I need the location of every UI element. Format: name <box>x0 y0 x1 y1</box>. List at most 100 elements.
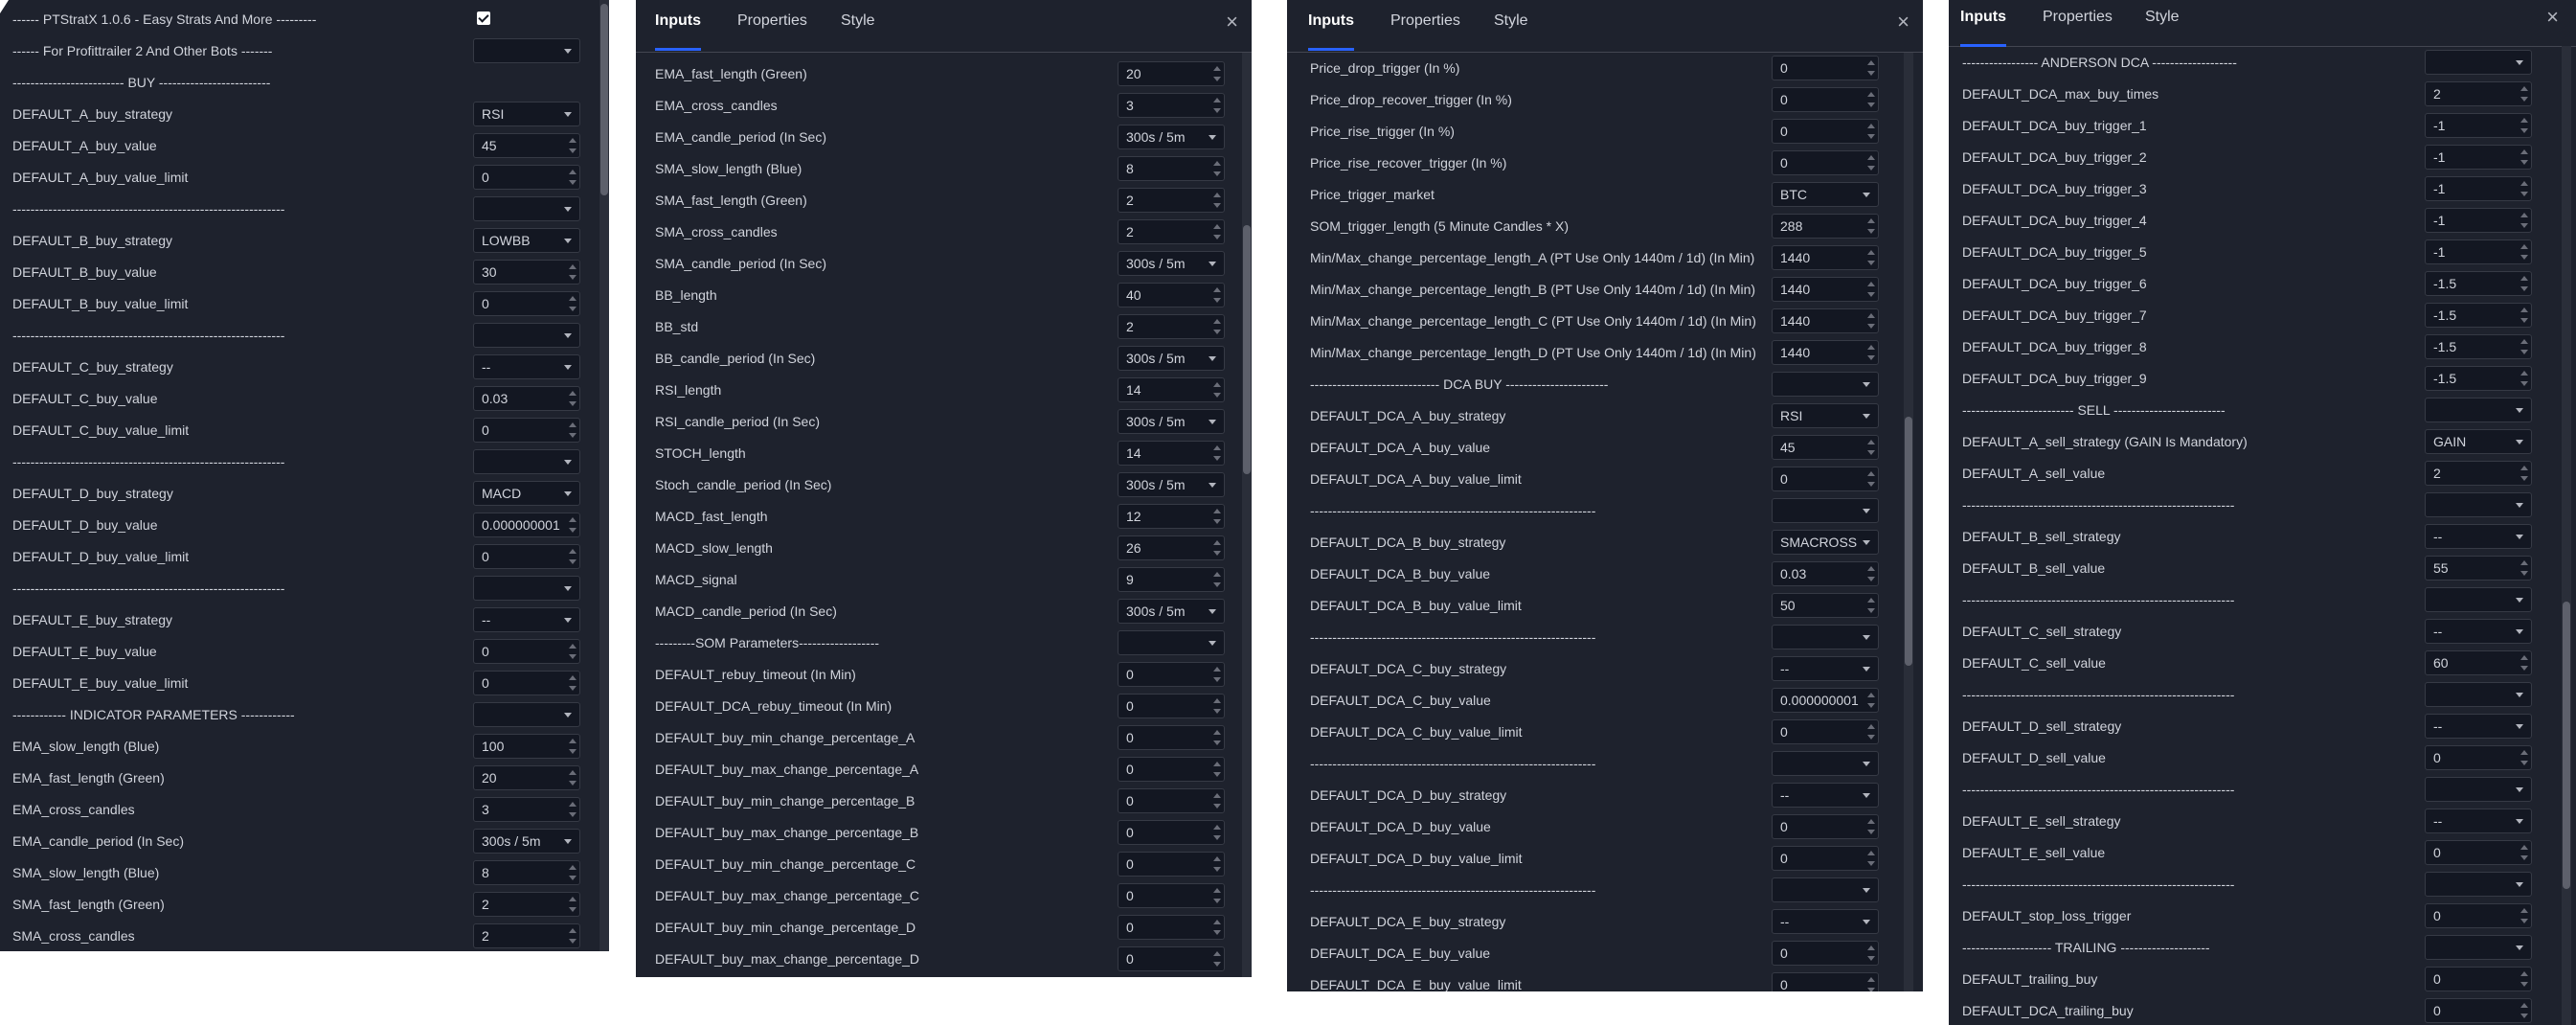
tab-properties[interactable]: Properties <box>1390 12 1460 30</box>
number-input[interactable]: 50 <box>1772 593 1879 618</box>
chevron-down-icon[interactable] <box>564 491 572 496</box>
spinner-arrows-icon[interactable] <box>2520 844 2528 861</box>
dropdown-select[interactable] <box>2425 682 2532 707</box>
spinner-arrows-icon[interactable] <box>1866 565 1875 582</box>
spinner-arrows-icon[interactable] <box>2520 148 2528 166</box>
number-input[interactable]: 12 <box>1118 504 1225 529</box>
spinner-arrows-icon[interactable] <box>1212 571 1221 588</box>
chevron-down-icon[interactable] <box>1863 793 1870 798</box>
scrollbar-thumb-3[interactable] <box>1905 417 1912 666</box>
number-input[interactable]: 60 <box>2425 650 2532 675</box>
dropdown-select[interactable] <box>2425 587 2532 612</box>
number-input[interactable]: -1.5 <box>2425 366 2532 391</box>
chevron-down-icon[interactable] <box>1863 920 1870 924</box>
number-input[interactable]: 0 <box>1118 662 1225 687</box>
spinner-arrows-icon[interactable] <box>2520 654 2528 672</box>
chevron-down-icon[interactable] <box>2516 60 2523 65</box>
scrollbar-3[interactable] <box>1904 53 1913 991</box>
spinner-arrows-icon[interactable] <box>568 674 576 692</box>
spinner-arrows-icon[interactable] <box>2520 970 2528 988</box>
chevron-down-icon[interactable] <box>1209 356 1216 361</box>
dropdown-select[interactable] <box>2425 777 2532 802</box>
dropdown-select[interactable] <box>473 323 580 348</box>
spinner-arrows-icon[interactable] <box>2520 370 2528 387</box>
spinner-arrows-icon[interactable] <box>2520 749 2528 766</box>
number-input[interactable]: 1440 <box>1772 340 1879 365</box>
close-icon[interactable]: × <box>1226 10 1238 34</box>
spinner-arrows-icon[interactable] <box>568 738 576 755</box>
number-input[interactable]: 0 <box>1772 719 1879 744</box>
number-input[interactable]: 0 <box>2425 967 2532 991</box>
dropdown-select[interactable]: -- <box>473 354 580 379</box>
spinner-arrows-icon[interactable] <box>568 896 576 913</box>
number-input[interactable]: -1 <box>2425 176 2532 201</box>
dropdown-select[interactable]: -- <box>473 607 580 632</box>
spinner-arrows-icon[interactable] <box>568 263 576 281</box>
dropdown-select[interactable] <box>473 449 580 474</box>
spinner-arrows-icon[interactable] <box>1212 792 1221 809</box>
chevron-down-icon[interactable] <box>1863 667 1870 672</box>
number-input[interactable]: 0 <box>1118 820 1225 845</box>
tab-style[interactable]: Style <box>2145 9 2180 26</box>
dropdown-select[interactable]: 300s / 5m <box>473 829 580 854</box>
dropdown-select[interactable]: -- <box>1772 656 1879 681</box>
chevron-down-icon[interactable] <box>1209 420 1216 424</box>
number-input[interactable]: 1440 <box>1772 245 1879 270</box>
chevron-down-icon[interactable] <box>2516 882 2523 887</box>
dropdown-select[interactable] <box>1772 751 1879 776</box>
chevron-down-icon[interactable] <box>1863 382 1870 387</box>
dropdown-select[interactable] <box>2425 492 2532 517</box>
checkbox[interactable] <box>477 11 490 25</box>
number-input[interactable]: 0 <box>473 291 580 316</box>
dropdown-select[interactable] <box>2425 872 2532 897</box>
spinner-arrows-icon[interactable] <box>1212 950 1221 968</box>
spinner-arrows-icon[interactable] <box>1212 729 1221 746</box>
dropdown-select[interactable] <box>473 38 580 63</box>
tab-properties[interactable]: Properties <box>2043 9 2113 26</box>
dropdown-select[interactable] <box>1118 630 1225 655</box>
scrollbar-2[interactable] <box>1242 53 1252 977</box>
spinner-arrows-icon[interactable] <box>2520 465 2528 482</box>
spinner-arrows-icon[interactable] <box>1866 281 1875 298</box>
number-input[interactable]: 0 <box>473 165 580 190</box>
chevron-down-icon[interactable] <box>564 460 572 465</box>
dropdown-select[interactable]: 300s / 5m <box>1118 251 1225 276</box>
spinner-arrows-icon[interactable] <box>568 169 576 186</box>
number-input[interactable]: 0 <box>1118 757 1225 782</box>
chevron-down-icon[interactable] <box>2516 629 2523 634</box>
spinner-arrows-icon[interactable] <box>568 801 576 818</box>
spinner-arrows-icon[interactable] <box>1212 697 1221 715</box>
scrollbar-thumb-4[interactable] <box>2563 602 2570 889</box>
spinner-arrows-icon[interactable] <box>1212 508 1221 525</box>
number-input[interactable]: 0.03 <box>1772 561 1879 586</box>
spinner-arrows-icon[interactable] <box>2520 212 2528 229</box>
dropdown-select[interactable] <box>2425 50 2532 75</box>
spinner-arrows-icon[interactable] <box>568 421 576 439</box>
number-input[interactable]: 0 <box>473 639 580 664</box>
spinner-arrows-icon[interactable] <box>1866 123 1875 140</box>
number-input[interactable]: 14 <box>1118 441 1225 466</box>
spinner-arrows-icon[interactable] <box>1212 381 1221 399</box>
number-input[interactable]: 45 <box>1772 435 1879 460</box>
close-icon[interactable]: × <box>1897 10 1909 34</box>
chevron-down-icon[interactable] <box>564 586 572 591</box>
chevron-down-icon[interactable] <box>2516 440 2523 444</box>
chevron-down-icon[interactable] <box>564 713 572 718</box>
number-input[interactable]: 0 <box>2425 840 2532 865</box>
number-input[interactable]: 0 <box>473 671 580 695</box>
chevron-down-icon[interactable] <box>2516 408 2523 413</box>
chevron-down-icon[interactable] <box>564 207 572 212</box>
number-input[interactable]: 40 <box>1118 283 1225 308</box>
number-input[interactable]: 0 <box>1118 915 1225 940</box>
spinner-arrows-icon[interactable] <box>1212 65 1221 82</box>
chevron-down-icon[interactable] <box>2516 693 2523 697</box>
number-input[interactable]: -1.5 <box>2425 271 2532 296</box>
spinner-arrows-icon[interactable] <box>1212 286 1221 304</box>
number-input[interactable]: 0 <box>1118 788 1225 813</box>
spinner-arrows-icon[interactable] <box>1866 818 1875 835</box>
tab-inputs[interactable]: Inputs <box>1308 12 1354 51</box>
number-input[interactable]: 0 <box>473 544 580 569</box>
spinner-arrows-icon[interactable] <box>2520 907 2528 924</box>
spinner-arrows-icon[interactable] <box>1212 761 1221 778</box>
scrollbar-thumb-2[interactable] <box>1243 225 1251 474</box>
